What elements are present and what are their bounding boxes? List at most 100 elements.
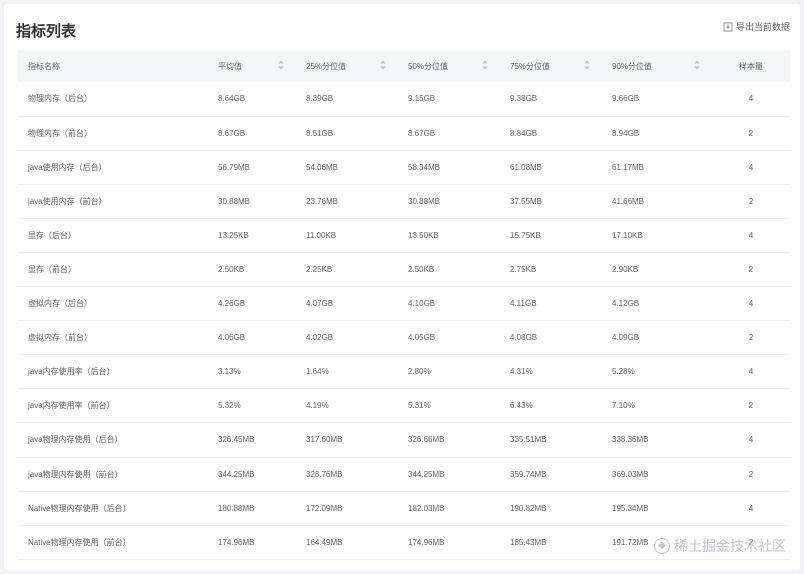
sort-icon[interactable] [584,59,590,71]
table-cell: 61.17MB [612,162,645,172]
metric-name-cell: 虚拟内存（前台） [28,333,92,343]
export-button[interactable]: 导出当前数据 [723,20,790,33]
table-cell: 5.31% [408,401,431,411]
table-cell: 41.66MB [612,196,645,206]
table-cell: 23.76MB [306,196,339,206]
table-cell: 9.38GB [510,94,538,104]
table-cell: 328.76MB [306,469,343,479]
table-cell: 4.19% [306,401,329,411]
panel-header: 指标列表 导出当前数据 [4,4,800,50]
table-cell: 174.96MB [218,537,255,547]
table-row: java使用内存（前台） 30.88MB 23.76MB 30.88MB 37.55MB… [18,184,790,219]
table-cell: 2.50KB [408,265,435,275]
table-cell: 182.03MB [408,503,445,513]
table-cell: 4.06GB [218,333,246,343]
table-cell: 17.10KB [612,230,643,240]
metric-name-cell: Native物理内存使用（前台） [28,537,131,547]
table-cell: 326.45MB [218,435,255,445]
table-row: 物理内存（后台） 8.64GB 8.39GB 9.15GB 9.38GB 9.66GB 4 [18,82,790,117]
metric-name-cell: 显存（后台） [28,230,76,240]
table-cell: 2 [748,401,754,411]
table-cell: 164.49MB [306,537,343,547]
table-cell: 4.02GB [306,333,334,343]
table-cell: 4.05GB [408,333,436,343]
table-cell: 335.51MB [510,435,547,445]
metric-name-cell: 显存（前台） [28,265,76,275]
table-cell: 185.43MB [510,537,547,547]
table-cell: 8.67GB [218,128,246,138]
column-header[interactable]: 90%分位值 [602,50,712,82]
table-cell: 317.60MB [306,435,343,445]
table-row: 显存（后台） 13.25KB 11.00KB 13.50KB 15.75KB 17.10K… [18,218,790,253]
watermark: ◆ 稀土掘金技术社区 [654,536,786,556]
table-cell: 195.34MB [612,503,649,513]
panel-title: 指标列表 [16,23,77,40]
table-cell: 4 [748,299,754,309]
table-cell: 61.08MB [510,162,543,172]
table-cell: 3.13% [218,367,241,377]
table-cell: 2.80% [408,367,431,377]
table-cell: 338.36MB [612,435,649,445]
metric-name-cell: 物理内存（前台） [28,128,92,138]
table-cell: 174.96MB [408,537,445,547]
table-cell: 11.00KB [306,230,337,240]
table-cell: 2 [748,469,754,479]
metric-name-cell: java物理内存使用（前台） [28,469,123,479]
column-header-label: 平均值 [218,61,242,71]
table-row: java内存使用率（前台） 5.32% 4.19% 5.31% 6.43% 7.10% 2 [18,389,790,423]
table-cell: 4 [748,435,754,445]
table-cell: 7.10% [612,401,635,411]
table-cell: 2 [748,333,754,343]
table-row: 虚拟内存（后台） 4.26GB 4.07GB 4.10GB 4.11GB 4.12GB 4 [18,287,790,321]
table-cell: 369.03MB [612,469,649,479]
table-cell: 8.94GB [612,128,640,138]
sort-icon[interactable] [380,59,386,71]
table-cell: 4 [748,367,754,377]
table-cell: 5.28% [612,367,635,377]
table-body: 物理内存（后台） 8.64GB 8.39GB 9.15GB 9.38GB 9.66GB 4 物… [18,82,790,560]
column-header-label: 50%分位值 [408,61,449,71]
column-header-label: 25%分位值 [306,61,347,71]
table-row: java使用内存（后台） 56.79MB 54.06MB 58.34MB 61.08MB… [18,150,790,185]
table-cell: 4 [748,162,754,172]
table-cell: 9.15GB [408,94,436,104]
table-cell: 2.50KB [218,265,245,275]
table-cell: 30.88MB [408,196,441,206]
table-cell: 8.64GB [218,94,246,104]
table-cell: 1.64% [306,367,329,377]
column-header[interactable]: 样本量 [712,50,790,82]
table-cell: 190.82MB [510,503,547,513]
table-cell: 13.50KB [408,230,439,240]
table-cell: 4.11GB [510,299,537,309]
table-cell: 15.75KB [510,230,541,240]
sort-icon[interactable] [482,59,488,71]
column-header-label: 90%分位值 [612,61,653,71]
export-label: 导出当前数据 [735,22,790,32]
column-header[interactable]: 75%分位值 [500,50,602,82]
watermark-text: 稀土掘金技术社区 [674,538,786,554]
column-header[interactable]: 25%分位值 [296,50,398,82]
table-cell: 30.88MB [218,196,251,206]
metric-name-cell: 虚拟内存（后台） [28,299,92,309]
table-cell: 2 [748,196,754,206]
metric-name-cell: java使用内存（后台） [28,162,107,172]
table-cell: 2.75KB [510,265,537,275]
table-cell: 326.66MB [408,435,445,445]
table-header-row: 指标名称 平均值 25%分位值 50%分位值 75%分位值 90%分位值 样本量 [18,50,790,82]
sort-icon[interactable] [694,59,700,71]
table-cell: 4.31% [510,367,533,377]
column-header[interactable]: 平均值 [208,50,296,82]
table-cell: 172.09MB [306,503,343,513]
column-header[interactable]: 50%分位值 [398,50,500,82]
table-cell: 344.25MB [408,469,445,479]
table-cell: 8.51GB [306,128,334,138]
table-cell: 2 [748,128,754,138]
table-cell: 4.07GB [306,299,334,309]
table-cell: 4 [748,503,754,513]
table-cell: 8.84GB [510,128,538,138]
sort-icon[interactable] [278,59,284,71]
column-header: 指标名称 [18,50,208,82]
table-cell: 4.08GB [510,333,538,343]
table-cell: 4.26GB [218,299,246,309]
table-cell: 2.25KB [306,265,333,275]
